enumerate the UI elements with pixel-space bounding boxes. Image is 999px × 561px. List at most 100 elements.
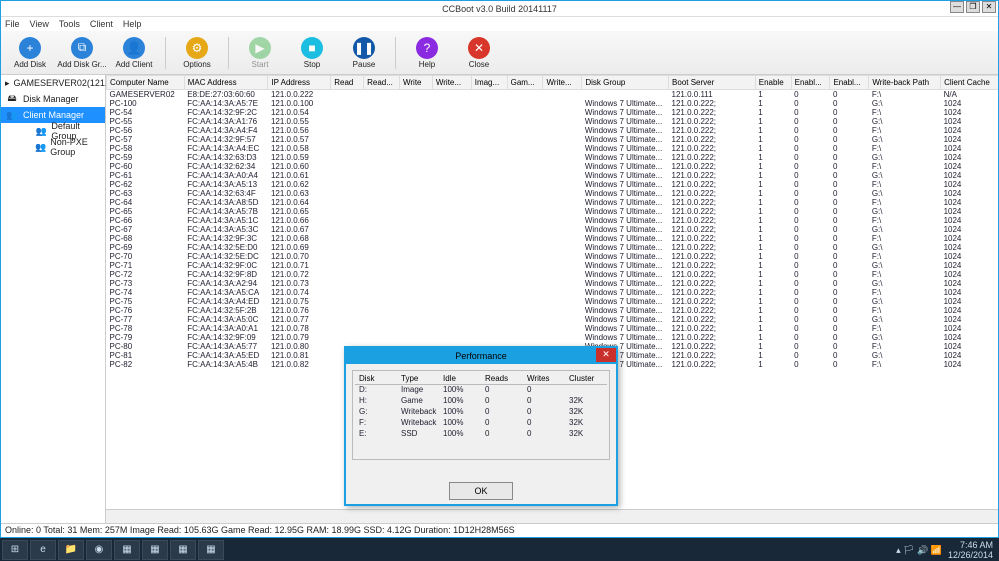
table-row[interactable]: PC-74FC:AA:14:3A:A5:CA121.0.0.74Windows … (107, 288, 999, 297)
close-window-button[interactable]: ✕ (982, 1, 996, 13)
help-button[interactable]: ?Help (404, 33, 450, 73)
table-row[interactable]: PC-77FC:AA:14:3A:A5:0C121.0.0.77Windows … (107, 315, 999, 324)
column-header[interactable]: Enabl... (830, 76, 869, 90)
taskbar-explorer-icon[interactable]: 📁 (58, 540, 84, 560)
table-row[interactable]: PC-67FC:AA:14:3A:A5:3C121.0.0.67Windows … (107, 225, 999, 234)
dialog-close-button[interactable]: ✕ (596, 348, 616, 362)
column-header[interactable]: Write... (432, 76, 471, 90)
column-header[interactable]: Disk Group (582, 76, 669, 90)
taskbar-app4-icon[interactable]: ▦ (198, 540, 224, 560)
add-disk-group-label: Add Disk Gr... (57, 60, 106, 69)
column-header[interactable]: Enabl... (791, 76, 830, 90)
menubar: File View Tools Client Help (1, 17, 998, 31)
column-header[interactable]: Client Cache (941, 76, 998, 90)
perf-column: Disk (355, 373, 397, 384)
table-row[interactable]: PC-76FC:AA:14:32:5F:2B121.0.0.76Windows … (107, 306, 999, 315)
table-row[interactable]: PC-55FC:AA:14:3A:A1:76121.0.0.55Windows … (107, 117, 999, 126)
server-icon: ▸ (5, 77, 10, 89)
minimize-button[interactable]: — (950, 1, 964, 13)
table-row[interactable]: PC-61FC:AA:14:3A:A0:A4121.0.0.61Windows … (107, 171, 999, 180)
table-row[interactable]: GAMESERVER02E8:DE:27:03:60:60121.0.0.222… (107, 90, 999, 100)
performance-dialog: Performance ✕ DiskTypeIdleReadsWritesClu… (344, 346, 618, 506)
horizontal-scrollbar[interactable] (106, 509, 998, 523)
table-row[interactable]: PC-66FC:AA:14:3A:A5:1C121.0.0.66Windows … (107, 216, 999, 225)
sidebar-item-non-pxe-group[interactable]: 👥Non-PXE Group (1, 139, 105, 155)
table-row[interactable]: PC-56FC:AA:14:3A:A4:F4121.0.0.56Windows … (107, 126, 999, 135)
pause-icon: ❚❚ (353, 37, 375, 59)
start-icon: ▶ (249, 37, 271, 59)
dialog-titlebar[interactable]: Performance ✕ (346, 348, 616, 364)
table-row[interactable]: PC-57FC:AA:14:32:9F:57121.0.0.57Windows … (107, 135, 999, 144)
column-header[interactable]: MAC Address (184, 76, 268, 90)
menu-file[interactable]: File (5, 19, 20, 29)
table-row[interactable]: PC-59FC:AA:14:32:63:D3121.0.0.59Windows … (107, 153, 999, 162)
column-header[interactable]: Enable (755, 76, 791, 90)
table-row[interactable]: PC-64FC:AA:14:3A:A8:5D121.0.0.64Windows … (107, 198, 999, 207)
taskbar-app-icon[interactable]: ▦ (114, 540, 140, 560)
window-title: CCBoot v3.0 Build 20141117 (442, 4, 557, 14)
sidebar-item-label: Disk Manager (23, 94, 79, 104)
add-disk-label: Add Disk (14, 60, 46, 69)
table-row[interactable]: PC-68FC:AA:14:32:9F:3C121.0.0.68Windows … (107, 234, 999, 243)
table-row[interactable]: PC-65FC:AA:14:3A:A5:7B121.0.0.65Windows … (107, 207, 999, 216)
start-button[interactable]: ⊞ (2, 540, 28, 560)
add-disk-button[interactable]: +Add Disk (7, 33, 53, 73)
stop-button[interactable]: ■Stop (289, 33, 335, 73)
options-button[interactable]: ⚙Options (174, 33, 220, 73)
add-disk-group-button[interactable]: ⧉Add Disk Gr... (59, 33, 105, 73)
table-row[interactable]: PC-69FC:AA:14:32:5E:D0121.0.0.69Windows … (107, 243, 999, 252)
start-label: Start (252, 60, 269, 69)
sidebar-root[interactable]: ▸ GAMESERVER02(121.0.0.222) (1, 75, 105, 91)
column-header[interactable]: Write... (543, 76, 582, 90)
toolbar: +Add Disk⧉Add Disk Gr...👤Add Client ⚙Opti… (1, 31, 998, 75)
ok-button[interactable]: OK (449, 482, 513, 500)
table-row[interactable]: PC-63FC:AA:14:32:63:4F121.0.0.63Windows … (107, 189, 999, 198)
add-client-button[interactable]: 👤Add Client (111, 33, 157, 73)
tray-clock[interactable]: 7:46 AM 12/26/2014 (948, 540, 993, 560)
sidebar-item-label: Client Manager (23, 110, 84, 120)
close-icon: ✕ (468, 37, 490, 59)
table-row[interactable]: PC-72FC:AA:14:32:9F:8D121.0.0.72Windows … (107, 270, 999, 279)
column-header[interactable]: Read... (364, 76, 400, 90)
column-header[interactable]: Computer Name (107, 76, 185, 90)
column-header[interactable]: Write-back Path (869, 76, 941, 90)
table-row[interactable]: PC-54FC:AA:14:32:9F:2C121.0.0.54Windows … (107, 108, 999, 117)
column-header[interactable]: Write (399, 76, 432, 90)
tray-icons[interactable]: ▴ 🏳 🔊 📶 (896, 545, 942, 555)
table-row[interactable]: PC-100FC:AA:14:3A:A5:7E121.0.0.100Window… (107, 99, 999, 108)
start-button[interactable]: ▶Start (237, 33, 283, 73)
menu-view[interactable]: View (30, 19, 49, 29)
table-row[interactable]: PC-70FC:AA:14:32:5E:DC121.0.0.70Windows … (107, 252, 999, 261)
tray-date: 12/26/2014 (948, 550, 993, 560)
table-row[interactable]: PC-62FC:AA:14:3A:A5:13121.0.0.62Windows … (107, 180, 999, 189)
menu-help[interactable]: Help (123, 19, 142, 29)
close-label: Close (469, 60, 489, 69)
toolbar-separator (228, 37, 229, 69)
tray-time: 7:46 AM (960, 540, 993, 550)
taskbar-chrome-icon[interactable]: ◉ (86, 540, 112, 560)
menu-client[interactable]: Client (90, 19, 113, 29)
table-row[interactable]: PC-78FC:AA:14:3A:A0:A1121.0.0.78Windows … (107, 324, 999, 333)
column-header[interactable]: Gam... (507, 76, 543, 90)
taskbar-app3-icon[interactable]: ▦ (170, 540, 196, 560)
maximize-button[interactable]: ❐ (966, 1, 980, 13)
perf-column: Type (397, 373, 439, 384)
column-header[interactable]: IP Address (268, 76, 331, 90)
table-row[interactable]: PC-75FC:AA:14:3A:A4:ED121.0.0.75Windows … (107, 297, 999, 306)
menu-tools[interactable]: Tools (59, 19, 80, 29)
column-header[interactable]: Boot Server (669, 76, 756, 90)
table-row[interactable]: PC-60FC:AA:14:32:62:34121.0.0.60Windows … (107, 162, 999, 171)
table-row[interactable]: PC-73FC:AA:14:3A:A2:94121.0.0.73Windows … (107, 279, 999, 288)
column-header[interactable]: Imag... (471, 76, 507, 90)
pause-button[interactable]: ❚❚Pause (341, 33, 387, 73)
column-header[interactable]: Read (331, 76, 364, 90)
table-row[interactable]: PC-79FC:AA:14:32:9F:09121.0.0.79Windows … (107, 333, 999, 342)
sidebar-item-disk-manager[interactable]: 🖴Disk Manager (1, 91, 105, 107)
group-icon: 👥 (35, 125, 47, 137)
table-row[interactable]: PC-58FC:AA:14:3A:A4:EC121.0.0.58Windows … (107, 144, 999, 153)
perf-row: D:Image100%00 (355, 384, 607, 395)
taskbar-ie-icon[interactable]: e (30, 540, 56, 560)
close-button[interactable]: ✕Close (456, 33, 502, 73)
taskbar-app2-icon[interactable]: ▦ (142, 540, 168, 560)
table-row[interactable]: PC-71FC:AA:14:32:9F:0C121.0.0.71Windows … (107, 261, 999, 270)
